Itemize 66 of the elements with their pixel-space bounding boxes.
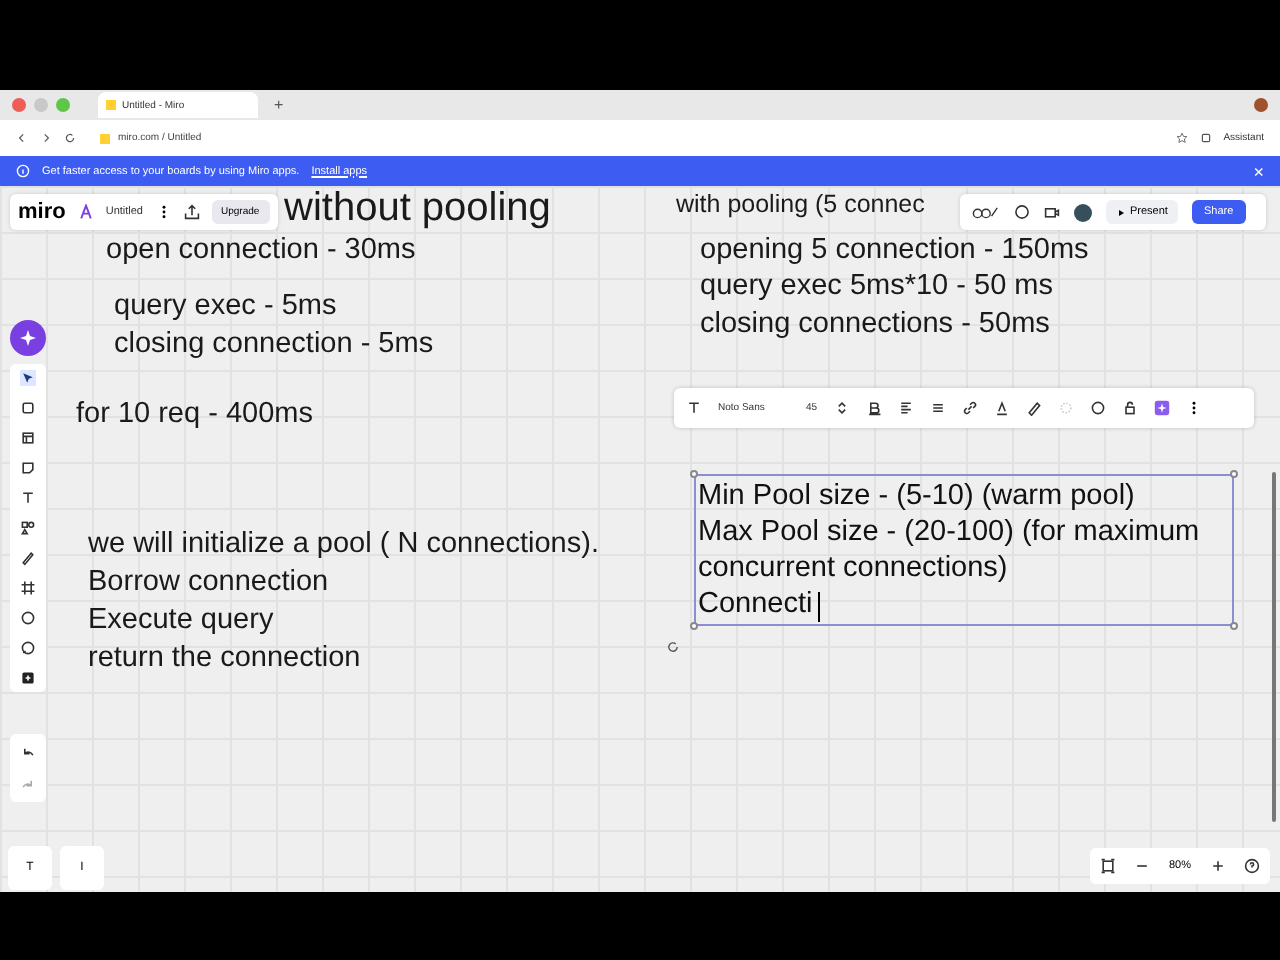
text-icon[interactable] (20, 490, 36, 506)
lock-icon[interactable] (1121, 400, 1138, 416)
comment-icon[interactable] (1089, 400, 1106, 416)
fit-screen-icon[interactable] (1100, 858, 1116, 874)
frame-icon[interactable] (20, 580, 36, 596)
canvas-text[interactable]: without pooling (284, 186, 551, 232)
link-icon[interactable] (961, 400, 978, 416)
emoji-icon[interactable] (20, 610, 36, 626)
add-icon[interactable] (20, 670, 36, 686)
bold-icon[interactable] (865, 400, 882, 416)
sparkle-icon[interactable] (1153, 400, 1170, 416)
zoom-in-icon[interactable] (1209, 858, 1226, 874)
undo-icon[interactable] (20, 744, 36, 760)
layout-icon[interactable] (20, 430, 36, 446)
pen-icon[interactable] (20, 550, 36, 566)
sparkle-icon (18, 328, 38, 348)
canvas-text[interactable]: Borrow connection (88, 566, 329, 598)
board-icon[interactable] (77, 204, 94, 220)
upload-icon[interactable] (183, 204, 199, 220)
close-button[interactable]: × (1253, 161, 1264, 181)
miro-logo[interactable]: miro (18, 200, 66, 224)
text-cursor (818, 592, 820, 622)
cursor-icon[interactable] (20, 370, 36, 386)
new-tab-button[interactable]: + (274, 96, 284, 114)
canvas-text[interactable]: query exec 5ms*10 - 50 ms (700, 270, 1053, 302)
comment-icon[interactable] (1014, 204, 1030, 220)
canvas-text[interactable]: open connection - 30ms (106, 234, 416, 266)
canvas-text[interactable]: closing connection - 5ms (114, 328, 434, 360)
profile-avatar[interactable] (1254, 98, 1268, 112)
canvas-text[interactable]: for 10 req - 400ms (76, 398, 313, 430)
template-icon[interactable] (20, 400, 36, 416)
rotate-handle-icon[interactable] (666, 640, 680, 654)
text-line: Min Pool size - (5-10) (warm pool) (698, 478, 1135, 514)
board-canvas[interactable] (0, 186, 1280, 892)
shapes-icon[interactable] (20, 520, 36, 536)
star-icon[interactable] (1175, 132, 1188, 144)
stepper-icon[interactable] (833, 400, 850, 416)
align-icon[interactable] (897, 400, 914, 416)
canvas-text[interactable]: with pooling (5 connec (676, 190, 925, 218)
canvas-text[interactable]: we will initialize a pool ( N connections). (88, 528, 599, 560)
back-icon[interactable] (16, 132, 28, 144)
text-color-icon[interactable] (993, 400, 1010, 416)
forward-icon[interactable] (40, 132, 52, 144)
reload-icon[interactable] (64, 132, 76, 144)
canvas-text[interactable]: return the connection (88, 642, 361, 674)
canvas-text[interactable]: query exec - 5ms (114, 290, 337, 322)
sticky-note-icon[interactable] (20, 460, 36, 476)
list-icon[interactable] (929, 400, 946, 416)
canvas-text[interactable]: Execute query (88, 604, 274, 636)
help-icon[interactable] (1243, 858, 1260, 874)
canvas-text[interactable]: closing connections - 50ms (700, 308, 1050, 340)
text-box[interactable]: Min Pool size - (5-10) (warm pool) Max Pool size - (20-100) (for maximum concurrent connections) Connecti (694, 474, 1234, 626)
canvas-text[interactable]: opening 5 connection - 150ms (700, 234, 1089, 266)
sparkle-button[interactable] (10, 320, 46, 356)
scrollbar[interactable] (1272, 472, 1276, 822)
highlighter-icon[interactable] (1025, 400, 1042, 416)
text-icon[interactable] (686, 400, 702, 416)
close-window-icon[interactable] (12, 98, 26, 112)
user-avatar[interactable] (1074, 203, 1092, 221)
comment-icon[interactable] (20, 640, 36, 656)
text-line: Max Pool size - (20-100) (for maximum (698, 514, 1200, 550)
text-line: concurrent connections) (698, 550, 1008, 586)
play-icon (1116, 207, 1126, 217)
text-line: Connecti (698, 586, 813, 622)
info-icon (16, 164, 30, 178)
video-icon[interactable] (1044, 204, 1060, 220)
